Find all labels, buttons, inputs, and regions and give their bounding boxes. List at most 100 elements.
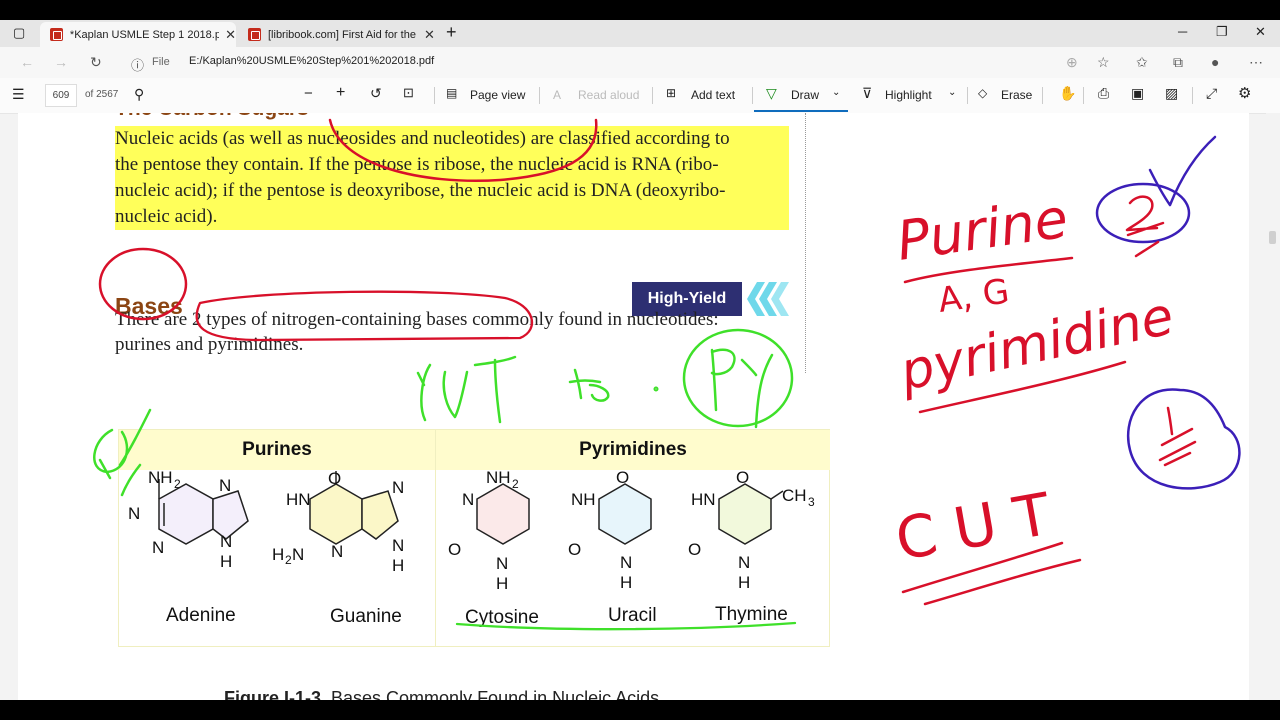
- divider: [1192, 87, 1193, 104]
- purines-header: Purines: [119, 430, 435, 470]
- svg-text:N: N: [496, 554, 508, 573]
- highlight-button[interactable]: Highlight: [885, 88, 932, 102]
- svg-text:N: N: [620, 553, 632, 572]
- guanine-structure: O HN H2N N N NH: [272, 471, 404, 575]
- add-text-button[interactable]: Add text: [691, 88, 735, 102]
- close-tab-icon[interactable]: ✕: [225, 27, 236, 43]
- figure-caption: Figure I-1-3. Bases Commonly Found in Nu…: [224, 688, 659, 700]
- divider: [967, 87, 968, 104]
- svg-text:NH: NH: [148, 471, 173, 487]
- info-icon[interactable]: ⓘ: [131, 55, 144, 74]
- tab-title: *Kaplan USMLE Step 1 2018.pdf: [69, 28, 220, 41]
- settings-gear-icon[interactable]: ⚙: [1238, 84, 1251, 102]
- divider: [652, 87, 653, 104]
- paragraph-line: nucleic acid).: [115, 206, 218, 227]
- refresh-icon[interactable]: ↻: [90, 54, 102, 71]
- touch-write-icon[interactable]: ✋: [1059, 85, 1076, 102]
- svg-text:N: N: [128, 504, 140, 523]
- pdf-icon: [248, 28, 261, 41]
- erase-button[interactable]: Erase: [1001, 88, 1032, 102]
- svg-text:O: O: [448, 540, 461, 559]
- svg-text:3: 3: [808, 495, 815, 509]
- molecule-label: Uracil: [608, 605, 657, 626]
- divider: [539, 87, 540, 104]
- svg-text:N: N: [392, 536, 404, 555]
- svg-text:CH: CH: [782, 486, 807, 505]
- close-tab-icon[interactable]: ✕: [424, 27, 435, 43]
- profile-avatar-icon[interactable]: ●: [1211, 54, 1219, 70]
- pyrimidines-header: Pyrimidines: [435, 430, 830, 470]
- tab-firstaid[interactable]: [libribook.com] First Aid for the U ✕: [238, 22, 438, 47]
- draw-button[interactable]: Draw: [791, 88, 819, 102]
- save-as-icon[interactable]: ▨: [1165, 85, 1178, 102]
- svg-text:H: H: [738, 573, 750, 592]
- svg-text:O: O: [616, 471, 629, 487]
- draw-active-indicator: [754, 110, 848, 112]
- read-aloud-icon: A: [553, 88, 562, 102]
- zoom-out-icon[interactable]: −: [304, 85, 313, 102]
- read-aloud-button[interactable]: Read aloud: [578, 88, 639, 102]
- divider: [1083, 87, 1084, 104]
- rotate-icon[interactable]: ↺: [370, 85, 382, 102]
- save-icon[interactable]: ▣: [1131, 85, 1144, 102]
- svg-text:H: H: [392, 556, 404, 575]
- chevron-icons: [747, 282, 789, 316]
- contents-icon[interactable]: ☰: [12, 86, 25, 103]
- molecule-label: Cytosine: [465, 607, 539, 628]
- highlight-icon: ⊽: [862, 85, 873, 101]
- more-menu-icon[interactable]: ⋯: [1249, 54, 1263, 71]
- zoom-icon[interactable]: ⊕: [1066, 54, 1078, 71]
- draw-options-icon[interactable]: ⌄: [832, 87, 840, 98]
- svg-text:2: 2: [174, 477, 181, 491]
- caption-text: Bases Commonly Found in Nucleic Acids: [326, 688, 660, 700]
- page-view-button[interactable]: Page view: [470, 88, 525, 102]
- minimize-icon[interactable]: ─: [1178, 24, 1187, 39]
- cytosine-structure: NH 2 N O NH: [448, 471, 530, 593]
- tab-title: [libribook.com] First Aid for the U: [268, 28, 418, 41]
- vertical-scrollbar[interactable]: [1266, 113, 1280, 700]
- paragraph-line: There are 2 types of nitrogen-containing…: [115, 309, 719, 330]
- figure-divider: [435, 470, 436, 646]
- pdf-icon: [50, 28, 63, 41]
- favorite-add-icon[interactable]: ☆: [1097, 54, 1110, 71]
- address-bar: ← → ↻ ⓘ File E:/Kaplan%20USMLE%20Step%20…: [0, 47, 1280, 79]
- svg-text:N: N: [392, 478, 404, 497]
- fit-page-icon[interactable]: ⊡: [403, 85, 414, 101]
- svg-text:O: O: [328, 471, 341, 488]
- eraser-icon: ◇: [978, 86, 988, 100]
- search-icon[interactable]: ⚲: [134, 86, 144, 103]
- forward-icon[interactable]: →: [54, 54, 68, 70]
- url-field[interactable]: E:/Kaplan%20USMLE%20Step%201%202018.pdf: [189, 55, 434, 67]
- fullscreen-icon[interactable]: ⤢: [1206, 85, 1217, 102]
- svg-text:H: H: [496, 574, 508, 593]
- browser-window: ▢ *Kaplan USMLE Step 1 2018.pdf ✕ [libri…: [0, 20, 1280, 700]
- svg-text:O: O: [568, 540, 581, 559]
- uracil-structure: O NH O NH: [568, 471, 652, 592]
- tab-kaplan[interactable]: *Kaplan USMLE Step 1 2018.pdf ✕: [40, 22, 236, 47]
- highlight-options-icon[interactable]: ⌄: [948, 87, 956, 98]
- svg-text:N: N: [462, 490, 474, 509]
- restore-icon[interactable]: ❐: [1216, 24, 1228, 40]
- caption-label: Figure I-1-3.: [224, 688, 327, 700]
- scrollbar-thumb[interactable]: [1269, 231, 1276, 244]
- print-icon[interactable]: ⎙: [1098, 85, 1109, 102]
- tab-actions-icon[interactable]: ▢: [13, 25, 25, 41]
- zoom-in-icon[interactable]: +: [336, 84, 345, 102]
- svg-text:NH: NH: [486, 471, 511, 487]
- favorites-icon[interactable]: ✩: [1136, 54, 1148, 71]
- close-window-icon[interactable]: ✕: [1255, 24, 1266, 40]
- paragraph-line: Nucleic acids (as well as nucleosides an…: [115, 128, 730, 149]
- paragraph-line: nucleic acid); if the pentose is deoxyri…: [115, 180, 726, 201]
- divider: [434, 87, 435, 104]
- svg-text:NH: NH: [571, 490, 596, 509]
- scheme-label: File: [152, 56, 170, 68]
- svg-text:N: N: [220, 532, 232, 551]
- svg-text:HN: HN: [691, 490, 716, 509]
- svg-text:N: N: [152, 538, 164, 557]
- partial-heading: The Carbon Sugars: [115, 113, 309, 121]
- back-icon[interactable]: ←: [20, 54, 34, 70]
- page-number-input[interactable]: 609: [45, 84, 77, 107]
- collections-icon[interactable]: ⧉: [1173, 54, 1183, 71]
- svg-text:H: H: [220, 552, 232, 571]
- new-tab-button[interactable]: +: [446, 22, 457, 43]
